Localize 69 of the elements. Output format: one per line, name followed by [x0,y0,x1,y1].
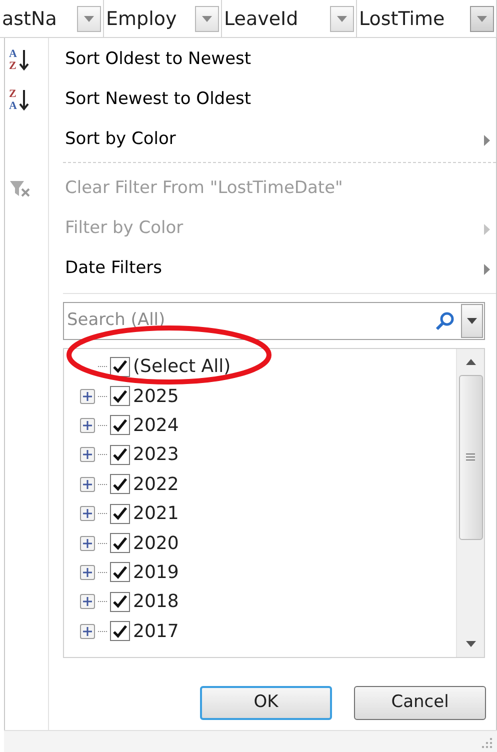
caret-icon [202,16,212,22]
dialog-button[interactable]: OK [200,686,332,720]
expand-icon[interactable] [80,506,95,522]
sort-letters: A Z [9,48,17,72]
checkbox[interactable] [110,444,130,465]
value-label: 2017 [133,620,179,644]
down-arrow-icon [18,49,29,71]
filter-dropdown-button[interactable] [330,6,354,32]
value-label: 2020 [133,532,179,556]
expand-icon[interactable] [80,594,95,610]
caret-icon [337,16,347,22]
expand-icon[interactable] [80,418,95,433]
menu-item[interactable]: Sort by Color [49,120,484,160]
expand-icon[interactable] [80,476,95,492]
value-label: 2021 [133,502,179,526]
scroll-thumb[interactable] [458,375,482,540]
checkmark-icon [113,418,127,432]
filter-dropdown-button[interactable] [470,6,494,32]
checkmark-icon [113,566,127,579]
resize-grip-icon[interactable] [481,737,493,749]
clear-filter-icon [9,179,31,199]
checkmark-icon [113,595,127,608]
dialog-button[interactable]: Cancel [354,686,486,720]
filter-dropdown-button[interactable] [77,6,101,32]
value-label: 2019 [133,560,179,585]
search-options-button[interactable] [461,304,483,338]
menu-item[interactable]: Date Filters [49,249,484,289]
caret-icon [84,16,94,22]
value-label: 2022 [133,472,179,497]
expand-icon[interactable] [80,447,95,462]
value-label: 2023 [133,443,179,468]
search-box[interactable]: Search (All) [63,302,485,340]
checkmark-icon [113,448,127,462]
caret-icon [467,318,477,324]
column-header: LeaveId [223,6,300,32]
value-label: 2024 [133,414,179,438]
checkbox[interactable] [110,533,130,554]
search-icon [435,311,455,331]
value-label: 2018 [133,590,179,614]
checkmark-icon [113,390,127,403]
checkbox[interactable] [110,386,130,406]
column-header: LostTime [358,6,446,32]
filter-dropdown-button[interactable] [195,6,219,32]
checkmark-icon [113,507,127,520]
checkbox[interactable] [110,415,130,436]
menu-item[interactable]: Sort Newest to Oldest [49,80,496,120]
sort-letters: Z A [9,88,17,112]
checkmark-icon [113,360,127,374]
checkbox[interactable] [110,562,130,582]
checkmark-icon [113,478,127,491]
value-label: 2025 [133,384,179,409]
checkbox[interactable] [110,621,130,642]
expand-icon[interactable] [80,388,95,404]
expand-icon[interactable] [80,564,95,580]
caret-icon [477,16,487,22]
checkmark-icon [113,624,127,638]
scrollbar[interactable] [456,349,484,657]
checkmark-icon [113,536,127,550]
column-header: Employ [105,6,178,32]
expand-icon[interactable] [80,536,95,551]
checkbox[interactable] [110,474,130,494]
menu-item[interactable]: Sort Oldest to Newest [49,40,496,80]
checkbox[interactable] [110,504,130,524]
column-header: astNa [1,6,58,32]
expand-icon[interactable] [80,624,95,639]
down-arrow-icon [18,89,29,111]
value-label: (Select All) [133,355,231,380]
checkbox[interactable] [110,592,130,612]
checkbox[interactable] [110,356,130,377]
